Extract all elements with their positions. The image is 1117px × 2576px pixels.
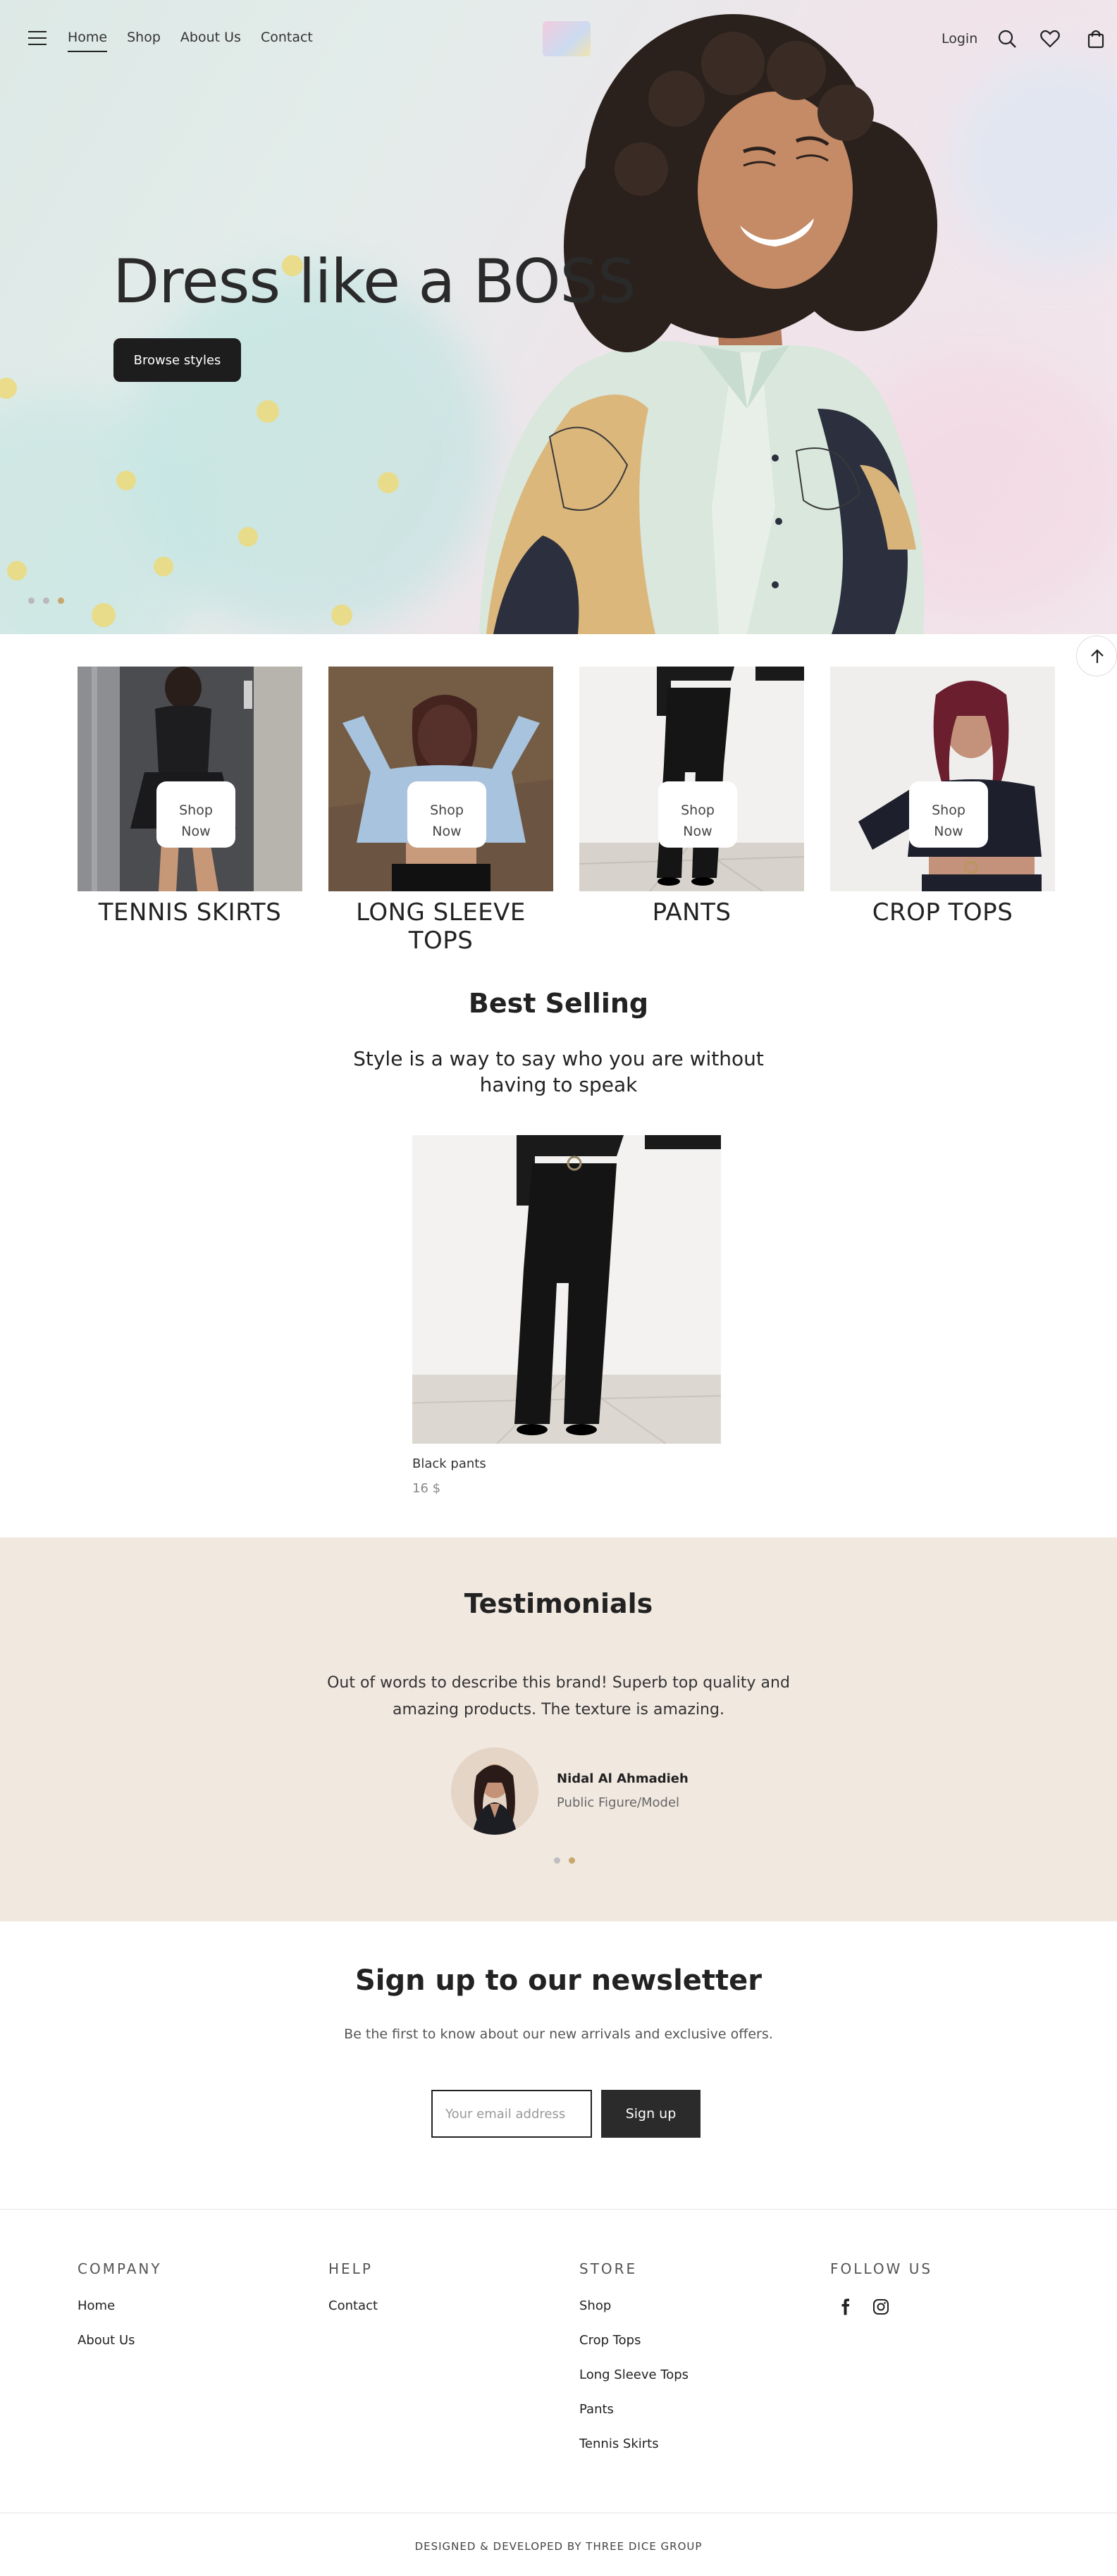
brand-logo[interactable] bbox=[543, 21, 591, 56]
footer-link-contact[interactable]: Contact bbox=[328, 2298, 378, 2313]
slider-dot-active[interactable] bbox=[58, 597, 64, 604]
facebook-icon[interactable] bbox=[837, 2298, 854, 2315]
avatar bbox=[451, 1747, 538, 1835]
slider-dot[interactable] bbox=[43, 597, 49, 604]
product-name[interactable]: Black pants bbox=[412, 1456, 721, 1471]
footer-link-long-sleeve-tops[interactable]: Long Sleeve Tops bbox=[579, 2367, 689, 2382]
browse-styles-button[interactable]: Browse styles bbox=[113, 338, 241, 382]
category-card-tennis-skirts[interactable]: Shop Now TENNIS SKIRTS bbox=[78, 667, 302, 927]
search-icon[interactable] bbox=[996, 28, 1018, 49]
category-image[interactable]: Shop Now bbox=[78, 667, 302, 891]
copyright-text: DESIGNED & DEVELOPED BY THREE DICE GROUP bbox=[414, 2540, 703, 2553]
slider-dot[interactable] bbox=[28, 597, 35, 604]
footer-heading: COMPANY bbox=[78, 2260, 162, 2277]
hero-decor-dot bbox=[116, 471, 136, 490]
testimonial-quote: Out of words to describe this brand! Sup… bbox=[327, 1674, 790, 1719]
product-price: 16 $ bbox=[412, 1481, 441, 1496]
footer-link-shop[interactable]: Shop bbox=[579, 2298, 689, 2313]
category-name[interactable]: CROP TOPS bbox=[830, 898, 1055, 927]
slider-dot[interactable] bbox=[554, 1857, 560, 1864]
hero-decor-dot bbox=[7, 561, 27, 581]
top-navigation: Home Shop About Us Contact Login bbox=[0, 0, 1117, 78]
category-card-long-sleeve-tops[interactable]: Shop Now LONG SLEEVE TOPS bbox=[328, 667, 553, 955]
heart-icon[interactable] bbox=[1039, 28, 1061, 49]
category-image[interactable]: Shop Now bbox=[328, 667, 553, 891]
product-card[interactable]: Black pants 16 $ bbox=[412, 1135, 721, 1496]
testimonial-slider-dots bbox=[554, 1857, 575, 1864]
footer-divider bbox=[0, 2209, 1117, 2210]
footer-link-tennis-skirts[interactable]: Tennis Skirts bbox=[579, 2436, 689, 2451]
best-selling-title: Best Selling bbox=[468, 988, 649, 1019]
shop-now-button[interactable]: Shop Now bbox=[658, 781, 737, 848]
scroll-to-top-button[interactable] bbox=[1076, 636, 1117, 676]
footer-heading: FOLLOW US bbox=[830, 2260, 933, 2277]
footer-heading: STORE bbox=[579, 2260, 638, 2277]
nav-link-about-us[interactable]: About Us bbox=[180, 30, 241, 52]
hero-model-image bbox=[479, 14, 937, 634]
nav-link-home[interactable]: Home bbox=[68, 30, 108, 52]
hero-decor-dot bbox=[238, 527, 258, 547]
hero-decor-dot bbox=[92, 603, 116, 627]
nav-link-shop[interactable]: Shop bbox=[127, 30, 161, 52]
footer-column-follow-us: FOLLOW US bbox=[830, 2260, 932, 2315]
slider-dot-active[interactable] bbox=[569, 1857, 575, 1864]
hero-title: Dress like a BOSS bbox=[113, 247, 636, 317]
hero-decor-dot bbox=[0, 378, 17, 399]
testimonials-section: Testimonials Out of words to describe th… bbox=[0, 1537, 1117, 1921]
category-card-crop-tops[interactable]: Shop Now CROP TOPS bbox=[830, 667, 1055, 927]
footer-link-crop-tops[interactable]: Crop Tops bbox=[579, 2333, 689, 2348]
footer-column-help: HELP Contact bbox=[328, 2260, 378, 2333]
sign-up-button[interactable]: Sign up bbox=[601, 2090, 701, 2138]
category-image[interactable]: Shop Now bbox=[830, 667, 1055, 891]
category-name[interactable]: LONG SLEEVE TOPS bbox=[328, 898, 553, 955]
footer-column-store: STORE Shop Crop Tops Long Sleeve Tops Pa… bbox=[579, 2260, 689, 2471]
footer-link-pants[interactable]: Pants bbox=[579, 2402, 689, 2417]
shop-now-button[interactable]: Shop Now bbox=[909, 781, 988, 848]
category-image[interactable]: Shop Now bbox=[579, 667, 804, 891]
hero-decor-dot bbox=[331, 605, 352, 626]
login-link[interactable]: Login bbox=[942, 31, 977, 47]
hero-banner: Home Shop About Us Contact Login Dress l… bbox=[0, 0, 1117, 634]
cart-icon[interactable] bbox=[1085, 28, 1106, 49]
category-name[interactable]: TENNIS SKIRTS bbox=[78, 898, 302, 927]
newsletter-title: Sign up to our newsletter bbox=[354, 1964, 763, 1997]
footer-heading: HELP bbox=[328, 2260, 373, 2277]
newsletter-subtitle: Be the first to know about our new arriv… bbox=[344, 2026, 773, 2042]
nav-link-contact[interactable]: Contact bbox=[261, 30, 313, 52]
category-name[interactable]: PANTS bbox=[579, 898, 804, 927]
social-links bbox=[830, 2298, 932, 2315]
hero-decor-dot bbox=[257, 400, 279, 423]
testimonial-author: Nidal Al Ahmadieh bbox=[557, 1771, 689, 1786]
testimonial-role: Public Figure/Model bbox=[557, 1795, 680, 1810]
footer-column-company: COMPANY Home About Us bbox=[78, 2260, 162, 2367]
shop-now-button[interactable]: Shop Now bbox=[156, 781, 235, 848]
category-card-pants[interactable]: Shop Now PANTS bbox=[579, 667, 804, 927]
shop-now-button[interactable]: Shop Now bbox=[407, 781, 486, 848]
footer-link-about-us[interactable]: About Us bbox=[78, 2333, 162, 2348]
footer-link-home[interactable]: Home bbox=[78, 2298, 162, 2313]
main-nav: Home Shop About Us Contact bbox=[68, 30, 313, 52]
arrow-up-icon bbox=[1091, 649, 1104, 663]
menu-icon[interactable] bbox=[28, 31, 47, 45]
instagram-icon[interactable] bbox=[872, 2298, 889, 2315]
hero-decor-dot bbox=[154, 557, 173, 576]
best-selling-subtitle: Style is a way to say who you are withou… bbox=[353, 1047, 764, 1096]
hero-decor-dot bbox=[378, 472, 399, 493]
testimonials-title: Testimonials bbox=[464, 1588, 653, 1619]
product-image[interactable] bbox=[412, 1135, 721, 1444]
email-field[interactable] bbox=[431, 2090, 592, 2138]
hero-slider-dots bbox=[28, 597, 64, 604]
